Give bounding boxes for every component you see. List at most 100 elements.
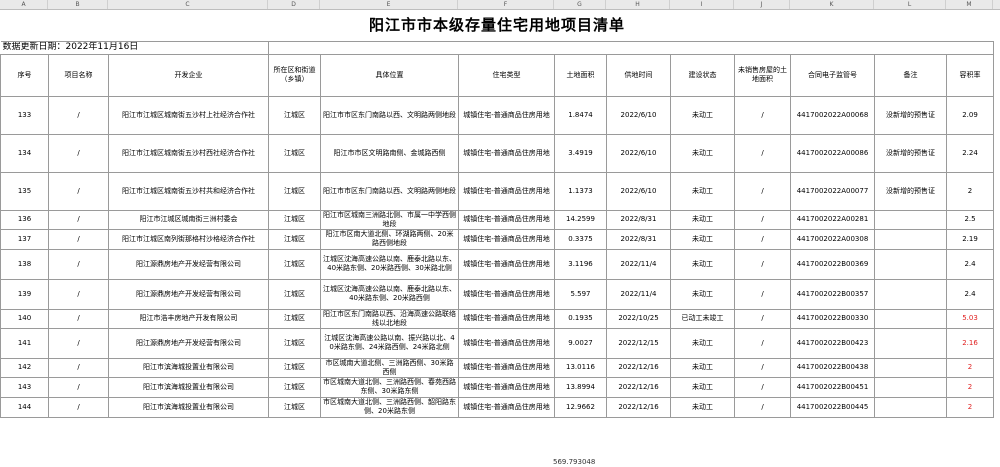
cell-name[interactable]: / xyxy=(48,327,109,359)
cell-dev[interactable]: 阳江市浩丰房地产开发有限公司 xyxy=(108,308,269,329)
cell-status[interactable]: 未动工 xyxy=(670,95,735,135)
cell-type[interactable]: 城镇住宅-普通商品住房用地 xyxy=(458,95,555,135)
column-letter-l[interactable]: L xyxy=(874,0,946,9)
cell-unsold[interactable]: / xyxy=(734,396,791,418)
cell-date[interactable]: 2022/12/16 xyxy=(606,396,671,418)
column-letter-g[interactable]: G xyxy=(554,0,606,9)
cell-date[interactable]: 2022/6/10 xyxy=(606,95,671,135)
cell-dev[interactable]: 阳江市江城区城南街五沙村共和经济合作社 xyxy=(108,171,269,211)
cell-loc[interactable]: 市区城南大道北侧、三洲路西侧、30米路西侧 xyxy=(320,357,459,378)
cell-type[interactable]: 城镇住宅-普通商品住房用地 xyxy=(458,209,555,230)
cell-area[interactable]: 13.8994 xyxy=(554,376,607,398)
cell-district[interactable]: 江城区 xyxy=(268,95,321,135)
column-letter-f[interactable]: F xyxy=(458,0,554,9)
column-letter-e[interactable]: E xyxy=(320,0,458,9)
cell-type[interactable]: 城镇住宅-普通商品住房用地 xyxy=(458,171,555,211)
cell-far[interactable]: 2.5 xyxy=(945,209,995,230)
cell-no[interactable]: 134 xyxy=(0,133,49,173)
cell-loc[interactable]: 江城区沈海高速公路以南、振兴路以北、40米路东侧、24米路西侧、24米路北侧 xyxy=(320,327,459,359)
cell-dev[interactable]: 阳江市滨海城投置业有限公司 xyxy=(108,357,269,378)
cell-contract[interactable]: 4417002022A00308 xyxy=(790,228,875,250)
cell-far[interactable]: 2 xyxy=(945,171,995,211)
column-letter-j[interactable]: J xyxy=(734,0,790,9)
cell-unsold[interactable]: / xyxy=(734,228,791,250)
cell-area[interactable]: 0.1935 xyxy=(554,308,607,329)
cell-type[interactable]: 城镇住宅-普通商品住房用地 xyxy=(458,327,555,359)
cell-name[interactable]: / xyxy=(48,209,109,230)
cell-status[interactable]: 未动工 xyxy=(670,278,735,310)
cell-district[interactable]: 江城区 xyxy=(268,357,321,378)
cell-area[interactable]: 13.0116 xyxy=(554,357,607,378)
cell-district[interactable]: 江城区 xyxy=(268,376,321,398)
cell-unsold[interactable]: / xyxy=(734,171,791,211)
cell-loc[interactable]: 阳江市市区文明路南侧、金城路西侧 xyxy=(320,133,459,173)
cell-dev[interactable]: 阳江源鼎房地产开发经营有限公司 xyxy=(108,327,269,359)
cell-area[interactable]: 1.1373 xyxy=(554,171,607,211)
cell-dev[interactable]: 阳江市江城区城南街三洲村委会 xyxy=(108,209,269,230)
cell-unsold[interactable]: / xyxy=(734,95,791,135)
column-letter-m[interactable]: M xyxy=(946,0,993,9)
cell-district[interactable]: 江城区 xyxy=(268,396,321,418)
cell-note[interactable]: 没新增的预售证 xyxy=(874,95,947,135)
cell-area[interactable]: 1.8474 xyxy=(554,95,607,135)
cell-status[interactable]: 未动工 xyxy=(670,171,735,211)
cell-contract[interactable]: 4417002022B00369 xyxy=(790,248,875,280)
cell-status[interactable]: 未动工 xyxy=(670,248,735,280)
cell-contract[interactable]: 4417002022B00357 xyxy=(790,278,875,310)
cell-contract[interactable]: 4417002022B00451 xyxy=(790,376,875,398)
cell-far[interactable]: 2.4 xyxy=(945,278,995,310)
cell-district[interactable]: 江城区 xyxy=(268,248,321,280)
cell-loc[interactable]: 阳江市区东门南路以西、沿海高速公路联络线以北地段 xyxy=(320,308,459,329)
cell-area[interactable]: 3.4919 xyxy=(554,133,607,173)
cell-type[interactable]: 城镇住宅-普通商品住房用地 xyxy=(458,376,555,398)
cell-loc[interactable]: 阳江市市区东门南路以西、文明路两侧地段 xyxy=(320,171,459,211)
column-letter-c[interactable]: C xyxy=(108,0,268,9)
cell-unsold[interactable]: / xyxy=(734,209,791,230)
cell-no[interactable]: 133 xyxy=(0,95,49,135)
cell-no[interactable]: 135 xyxy=(0,171,49,211)
cell-name[interactable]: / xyxy=(48,248,109,280)
cell-status[interactable]: 未动工 xyxy=(670,376,735,398)
cell-date[interactable]: 2022/12/16 xyxy=(606,357,671,378)
cell-unsold[interactable]: / xyxy=(734,248,791,280)
cell-no[interactable]: 143 xyxy=(0,376,49,398)
cell-area[interactable]: 14.2599 xyxy=(554,209,607,230)
cell-loc[interactable]: 阳江市区城南三洲路北侧、市属一中学西侧地段 xyxy=(320,209,459,230)
cell-dev[interactable]: 阳江市滨海城投置业有限公司 xyxy=(108,376,269,398)
cell-far[interactable]: 2 xyxy=(945,376,995,398)
cell-loc[interactable]: 江城区沈海高速公路以南、鹿泰北路以东、40米路东侧、20米路西侧、30米路北侧 xyxy=(320,248,459,280)
cell-far[interactable]: 2.09 xyxy=(945,95,995,135)
cell-name[interactable]: / xyxy=(48,278,109,310)
cell-loc[interactable]: 市区城南大道北侧、三洲路西侧、春苑西路东侧、30米路东侧 xyxy=(320,376,459,398)
cell-date[interactable]: 2022/6/10 xyxy=(606,171,671,211)
cell-status[interactable]: 未动工 xyxy=(670,396,735,418)
cell-far[interactable]: 5.03 xyxy=(945,308,995,329)
cell-dev[interactable]: 阳江市江城区城南街五沙村西社经济合作社 xyxy=(108,133,269,173)
cell-date[interactable]: 2022/8/31 xyxy=(606,228,671,250)
cell-name[interactable]: / xyxy=(48,396,109,418)
cell-area[interactable]: 9.0027 xyxy=(554,327,607,359)
cell-loc[interactable]: 阳江市市区东门南路以西、文明路两侧地段 xyxy=(320,95,459,135)
cell-type[interactable]: 城镇住宅-普通商品住房用地 xyxy=(458,396,555,418)
cell-status[interactable]: 未动工 xyxy=(670,133,735,173)
cell-note[interactable] xyxy=(874,209,947,230)
cell-dev[interactable]: 阳江源鼎房地产开发经营有限公司 xyxy=(108,248,269,280)
cell-type[interactable]: 城镇住宅-普通商品住房用地 xyxy=(458,278,555,310)
cell-contract[interactable]: 4417002022B00438 xyxy=(790,357,875,378)
cell-contract[interactable]: 4417002022A00281 xyxy=(790,209,875,230)
cell-status[interactable]: 未动工 xyxy=(670,327,735,359)
cell-dev[interactable]: 阳江源鼎房地产开发经营有限公司 xyxy=(108,278,269,310)
cell-unsold[interactable]: / xyxy=(734,327,791,359)
cell-no[interactable]: 141 xyxy=(0,327,49,359)
cell-name[interactable]: / xyxy=(48,376,109,398)
cell-no[interactable]: 137 xyxy=(0,228,49,250)
cell-far[interactable]: 2.19 xyxy=(945,228,995,250)
cell-status[interactable]: 未动工 xyxy=(670,228,735,250)
cell-district[interactable]: 江城区 xyxy=(268,209,321,230)
cell-area[interactable]: 12.9662 xyxy=(554,396,607,418)
cell-unsold[interactable]: / xyxy=(734,133,791,173)
cell-contract[interactable]: 4417002022B00423 xyxy=(790,327,875,359)
cell-note[interactable] xyxy=(874,308,947,329)
cell-name[interactable]: / xyxy=(48,171,109,211)
cell-note[interactable] xyxy=(874,278,947,310)
